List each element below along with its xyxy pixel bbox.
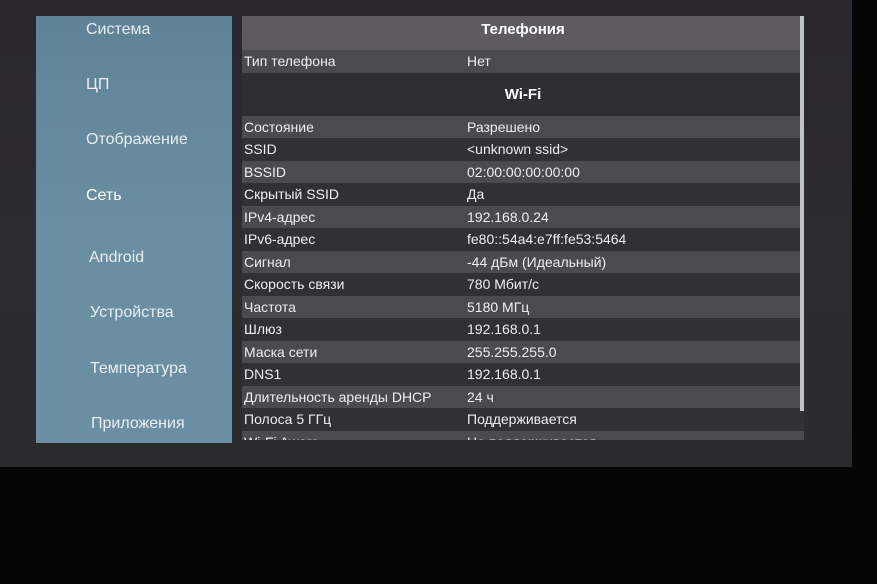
row-label: Сигнал [244,253,291,270]
sidebar-item-android[interactable]: Android [89,249,144,267]
scrollbar[interactable] [800,16,804,411]
sidebar-item-devices[interactable]: Устройства [90,304,174,322]
table-row: BSSID 02:00:00:00:00:00 [242,160,804,183]
row-value: 24 ч [467,388,494,405]
table-row: SSID <unknown ssid> [242,138,804,161]
row-label: Wi-Fi Aware [242,434,467,440]
table-row: Тип телефона Нет [242,50,804,73]
row-label: IPv4-адрес [244,208,316,225]
sidebar-item-system[interactable]: Система [86,21,150,39]
row-value: <unknown ssid> [467,141,569,158]
table-row: Шлюз 192.168.0.1 [242,318,804,341]
row-label: DNS1 [244,366,282,383]
row-value: 255.255.255.0 [467,343,557,360]
row-label: Частота [244,298,296,315]
row-value: 192.168.0.1 [467,321,541,338]
section-header-wifi: Wi-Fi [242,72,804,116]
row-value: 192.168.0.1 [467,366,541,383]
row-value: Поддерживается [467,411,577,428]
screen: Система ЦП Отображение Сеть Android Устр… [0,0,852,467]
row-value: fe80::54a4:e7ff:fe53:5464 [467,231,627,248]
table-row: DNS1 192.168.0.1 [242,363,804,386]
row-value: -44 дБм (Идеальный) [467,253,607,270]
table-row: Состояние Разрешено [242,115,804,138]
table-row: Полоса 5 ГГц Поддерживается [242,408,804,431]
sidebar-item-temperature[interactable]: Температура [90,360,187,378]
row-label: BSSID [244,163,287,180]
table-row: Частота 5180 МГц [242,295,804,318]
sidebar-item-apps[interactable]: Приложения [91,415,185,433]
row-value: Да [467,186,485,203]
row-label: Тип телефона [244,53,336,70]
sidebar-item-cpu[interactable]: ЦП [86,76,109,94]
sidebar-item-network[interactable]: Сеть [86,187,122,205]
row-value: 02:00:00:00:00:00 [467,163,580,180]
row-label: Шлюз [244,321,282,338]
row-label: Скрытый SSID [244,186,339,203]
table-row: Скорость связи 780 Мбит/с [242,273,804,296]
table-row: Скрытый SSID Да [242,183,804,206]
row-label: IPv6-адрес [244,231,316,248]
row-value: Не поддерживается [467,434,596,440]
table-row: IPv6-адрес fe80::54a4:e7ff:fe53:5464 [242,228,804,251]
table-row: Wi-Fi AwareНе поддерживается [242,430,804,440]
row-label: Длительность аренды DHCP [244,388,432,405]
row-label: Скорость связи [244,276,345,293]
section-header-telephony: Телефония [242,16,804,50]
row-label: Состояние [244,118,314,135]
table-row: IPv4-адрес 192.168.0.24 [242,205,804,228]
table-row: Длительность аренды DHCP 24 ч [242,385,804,408]
info-list[interactable]: Телефония Тип телефона Нет Wi-Fi Состояни… [242,16,804,440]
sidebar-item-display[interactable]: Отображение [86,131,188,149]
row-label: Маска сети [244,343,318,360]
table-row: Маска сети 255.255.255.0 [242,340,804,363]
row-value: Разрешено [467,118,541,135]
row-value: 192.168.0.24 [467,208,549,225]
row-value: Нет [467,53,491,70]
table-row: Сигнал -44 дБм (Идеальный) [242,250,804,273]
row-value: 5180 МГц [467,298,530,315]
row-label: Полоса 5 ГГц [244,411,332,428]
row-label: SSID [244,141,277,158]
row-value: 780 Мбит/с [467,276,540,293]
sidebar: Система ЦП Отображение Сеть Android Устр… [36,16,232,443]
